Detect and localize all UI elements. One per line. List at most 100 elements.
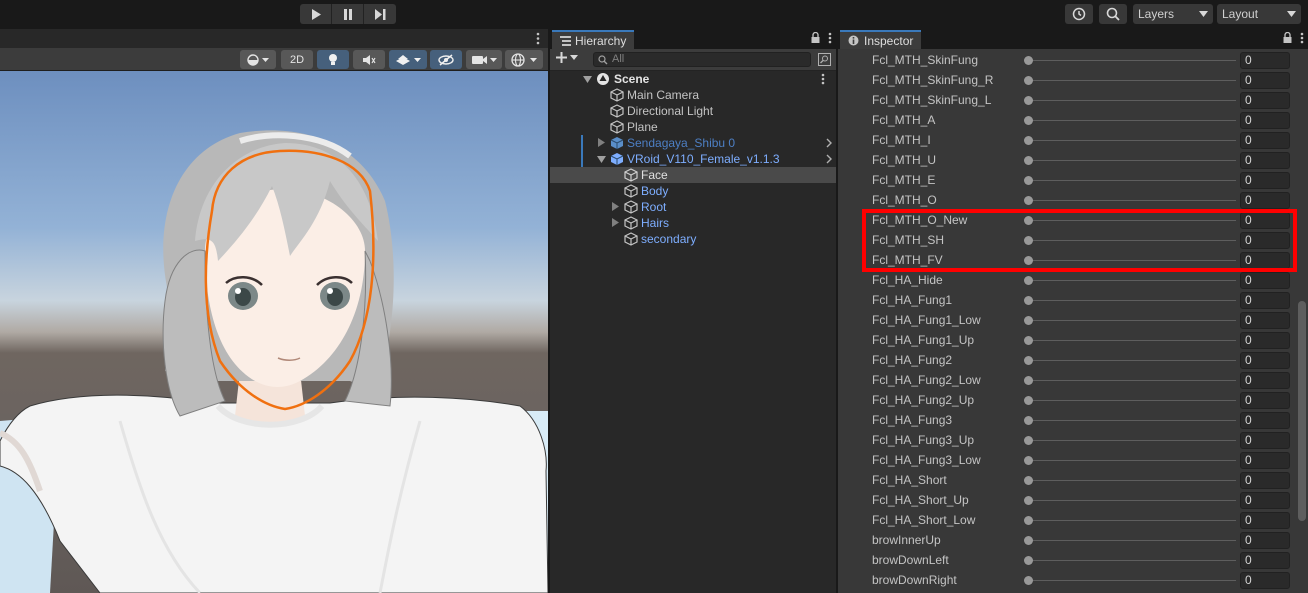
blendshape-value-field[interactable]: 0 [1240,272,1290,289]
blendshape-value-field[interactable]: 0 [1240,532,1290,549]
blendshape-slider-track[interactable] [1028,100,1236,101]
blendshape-value-field[interactable]: 0 [1240,132,1290,149]
expand-arrow-icon[interactable] [612,218,619,227]
blendshape-slider-thumb[interactable] [1024,296,1033,305]
blendshape-value-field[interactable]: 0 [1240,112,1290,129]
tree-item-hairs[interactable]: Hairs [550,215,836,231]
create-dropdown[interactable] [556,52,578,63]
blendshape-slider-track[interactable] [1028,460,1236,461]
blendshape-slider-thumb[interactable] [1024,536,1033,545]
scene-visibility-toggle[interactable] [430,50,462,69]
blendshape-value-field[interactable]: 0 [1240,172,1290,189]
blendshape-value-field[interactable]: 0 [1240,452,1290,469]
blendshape-slider-track[interactable] [1028,380,1236,381]
blendshape-value-field[interactable]: 0 [1240,552,1290,569]
tab-hierarchy[interactable]: Hierarchy [552,30,635,49]
blendshape-slider-thumb[interactable] [1024,496,1033,505]
expand-arrow-icon[interactable] [598,138,605,147]
blendshape-value-field[interactable]: 0 [1240,332,1290,349]
blendshape-slider-track[interactable] [1028,440,1236,441]
blendshape-value-field[interactable]: 0 [1240,372,1290,389]
blendshape-slider-track[interactable] [1028,520,1236,521]
blendshape-slider-thumb[interactable] [1024,56,1033,65]
lock-icon[interactable] [1283,32,1292,43]
blendshape-slider-track[interactable] [1028,580,1236,581]
blendshape-slider-thumb[interactable] [1024,176,1033,185]
blendshape-slider-track[interactable] [1028,160,1236,161]
play-button[interactable] [300,4,332,24]
blendshape-slider-track[interactable] [1028,360,1236,361]
blendshape-value-field[interactable]: 0 [1240,92,1290,109]
layout-dropdown[interactable]: Layout [1217,4,1301,24]
tree-item-secondary[interactable]: secondary [550,231,836,247]
blendshape-slider-thumb[interactable] [1024,96,1033,105]
blendshape-slider-thumb[interactable] [1024,196,1033,205]
blendshape-slider-track[interactable] [1028,140,1236,141]
2d-mode-toggle[interactable]: 2D [281,50,313,69]
blendshape-slider-track[interactable] [1028,400,1236,401]
blendshape-slider-thumb[interactable] [1024,336,1033,345]
blendshape-slider-thumb[interactable] [1024,476,1033,485]
blendshape-slider-track[interactable] [1028,500,1236,501]
blendshape-slider-track[interactable] [1028,120,1236,121]
pause-button[interactable] [332,4,364,24]
more-options-icon[interactable] [828,32,832,44]
blendshape-value-field[interactable]: 0 [1240,192,1290,209]
blendshape-value-field[interactable]: 0 [1240,412,1290,429]
more-options-icon[interactable] [536,32,540,45]
blendshape-slider-track[interactable] [1028,560,1236,561]
blendshape-slider-thumb[interactable] [1024,396,1033,405]
tree-item-root[interactable]: Root [550,199,836,215]
blendshape-slider-track[interactable] [1028,480,1236,481]
blendshape-slider-thumb[interactable] [1024,456,1033,465]
blendshape-slider-track[interactable] [1028,340,1236,341]
blendshape-slider-thumb[interactable] [1024,116,1033,125]
undo-history-button[interactable] [1065,4,1093,24]
gizmos-dropdown[interactable] [505,50,543,69]
blendshape-value-field[interactable]: 0 [1240,292,1290,309]
more-options-icon[interactable] [821,73,825,85]
blendshape-value-field[interactable]: 0 [1240,352,1290,369]
expand-arrow-icon[interactable] [597,156,606,163]
blendshape-slider-thumb[interactable] [1024,556,1033,565]
blendshape-slider-thumb[interactable] [1024,136,1033,145]
tree-item-plane[interactable]: Plane [550,119,836,135]
tree-item-directional-light[interactable]: Directional Light [550,103,836,119]
expand-arrow-icon[interactable] [612,202,619,211]
blendshape-slider-track[interactable] [1028,300,1236,301]
blendshape-slider-thumb[interactable] [1024,156,1033,165]
blendshape-slider-thumb[interactable] [1024,76,1033,85]
blendshape-value-field[interactable]: 0 [1240,472,1290,489]
blendshape-value-field[interactable]: 0 [1240,152,1290,169]
effects-dropdown[interactable] [389,50,427,69]
blendshape-slider-track[interactable] [1028,280,1236,281]
layers-dropdown[interactable]: Layers [1133,4,1213,24]
scene-search-icon[interactable] [818,53,831,66]
more-options-icon[interactable] [1300,32,1304,44]
lock-icon[interactable] [811,32,820,43]
expand-arrow-icon[interactable] [583,76,592,83]
blendshape-slider-track[interactable] [1028,200,1236,201]
blendshape-value-field[interactable]: 0 [1240,492,1290,509]
hierarchy-search-input[interactable]: All [593,52,811,67]
camera-settings-dropdown[interactable] [466,50,502,69]
blendshape-slider-track[interactable] [1028,320,1236,321]
tree-item-main-camera[interactable]: Main Camera [550,87,836,103]
scene-viewport[interactable] [0,71,548,593]
chevron-right-icon[interactable] [826,138,832,148]
search-button[interactable] [1099,4,1127,24]
blendshape-value-field[interactable]: 0 [1240,52,1290,69]
blendshape-slider-thumb[interactable] [1024,436,1033,445]
tree-item-scene[interactable]: Scene [550,71,836,87]
blendshape-slider-track[interactable] [1028,420,1236,421]
lighting-toggle[interactable] [317,50,349,69]
chevron-right-icon[interactable] [826,154,832,164]
blendshape-slider-track[interactable] [1028,80,1236,81]
blendshape-value-field[interactable]: 0 [1240,572,1290,589]
blendshape-slider-track[interactable] [1028,180,1236,181]
blendshape-slider-thumb[interactable] [1024,376,1033,385]
blendshape-value-field[interactable]: 0 [1240,72,1290,89]
blendshape-slider-track[interactable] [1028,60,1236,61]
tree-item-face[interactable]: Face [550,167,836,183]
tree-item-body[interactable]: Body [550,183,836,199]
